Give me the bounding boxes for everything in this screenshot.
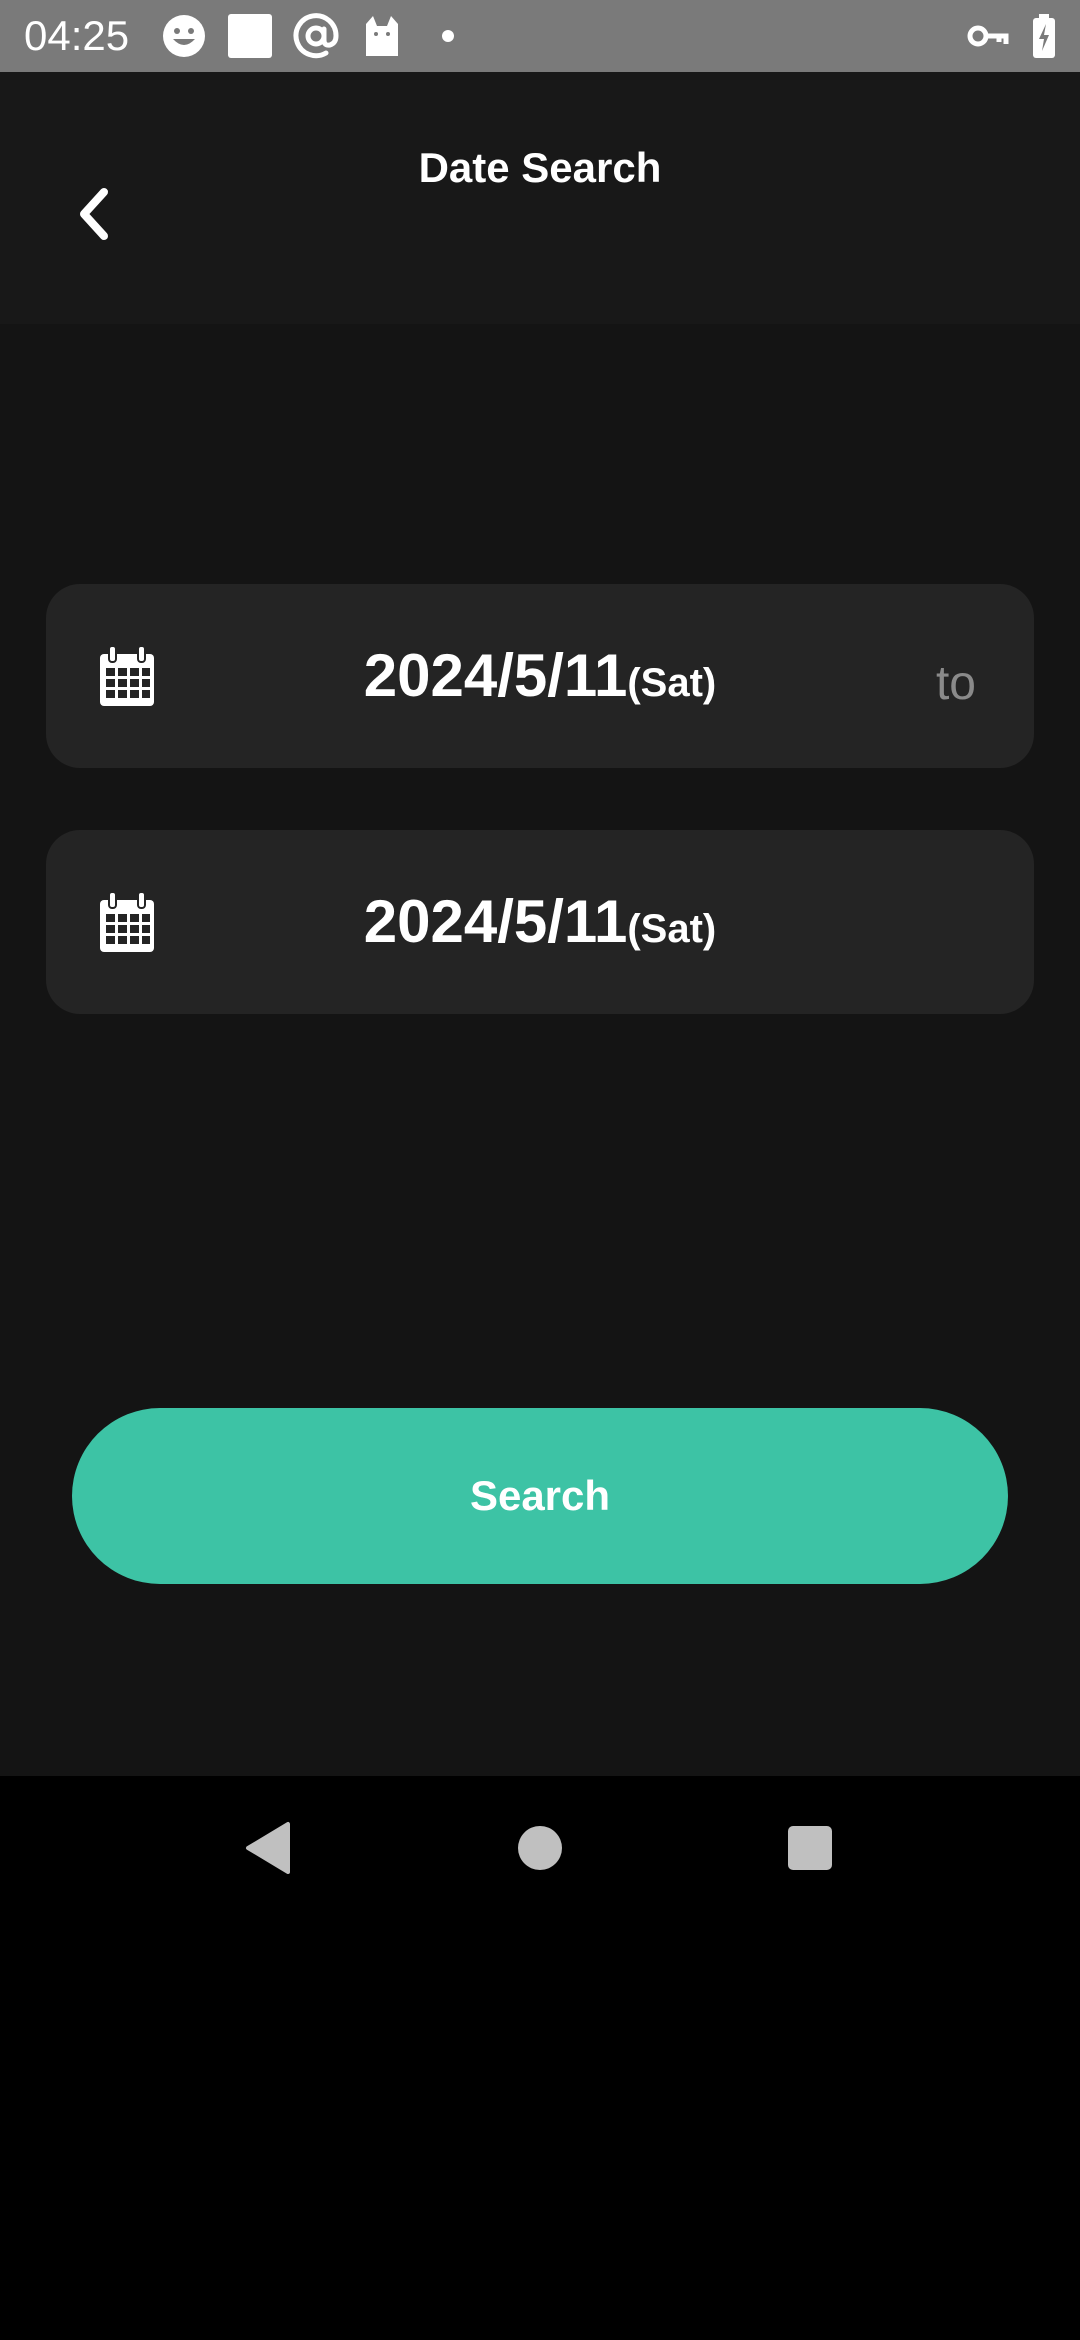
cat-icon (366, 16, 398, 56)
page-title: Date Search (418, 144, 662, 191)
battery-charging-icon (1033, 14, 1055, 58)
end-date-value: 2024/5/11 (363, 888, 628, 955)
search-button-label: Search (469, 1472, 611, 1519)
nav-recents-icon[interactable] (788, 1826, 832, 1870)
screen: 04:25 Date Search 2024/5/11(Sat) to 2024… (0, 0, 1080, 2340)
end-date-field[interactable]: 2024/5/11(Sat) (46, 830, 1034, 1014)
search-button[interactable]: Search (72, 1408, 1008, 1584)
app-content: Date Search 2024/5/11(Sat) to 2024/5/11(… (0, 72, 1080, 1776)
status-time: 04:25 (24, 12, 130, 59)
vpn-key-icon (967, 25, 1009, 47)
range-separator-label: to (935, 657, 976, 710)
end-date-weekday: (Sat) (627, 907, 717, 951)
app-bar: Date Search (0, 72, 1080, 324)
at-sign-icon (293, 13, 339, 59)
nav-home-icon[interactable] (518, 1826, 562, 1870)
square-icon (228, 14, 272, 58)
nav-back-icon[interactable] (244, 1820, 292, 1876)
dot-icon (442, 30, 454, 42)
end-date-display: 2024/5/11(Sat) (46, 888, 1034, 956)
start-date-field[interactable]: 2024/5/11(Sat) to (46, 584, 1034, 768)
system-nav-bar (0, 1776, 1080, 1920)
start-date-display: 2024/5/11(Sat) (46, 642, 1034, 710)
start-date-value: 2024/5/11 (363, 642, 628, 709)
chevron-left-icon (80, 188, 108, 240)
start-date-weekday: (Sat) (627, 661, 717, 705)
status-bar: 04:25 (0, 0, 1080, 72)
smiley-icon (163, 15, 205, 57)
